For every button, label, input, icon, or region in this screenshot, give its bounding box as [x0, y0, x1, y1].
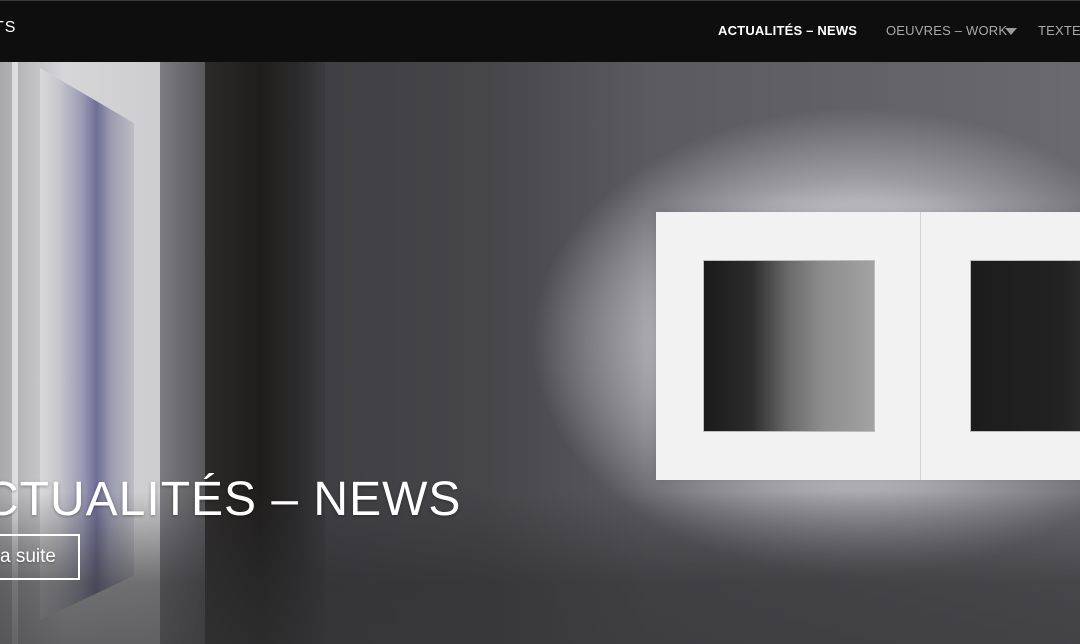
nav-item-textes[interactable]: TEXTES [1038, 23, 1080, 38]
artwork-square-2 [970, 260, 1080, 432]
hero-banner [0, 62, 1080, 644]
artwork-divider [920, 212, 921, 480]
read-more-button[interactable]: a suite [0, 534, 80, 580]
hero-title: CTUALITÉS – NEWS [0, 473, 462, 526]
caret-down-icon[interactable] [1005, 28, 1017, 35]
site-logo[interactable]: TS [0, 19, 16, 37]
artwork-square-1 [703, 260, 875, 432]
top-navigation-bar: TS ACTUALITÉS – NEWS OEUVRES – WORK TEXT… [0, 0, 1080, 62]
nav-item-work[interactable]: OEUVRES – WORK [886, 23, 1007, 38]
nav-item-news[interactable]: ACTUALITÉS – NEWS [718, 23, 857, 38]
hero-right-artwork [656, 212, 1080, 480]
